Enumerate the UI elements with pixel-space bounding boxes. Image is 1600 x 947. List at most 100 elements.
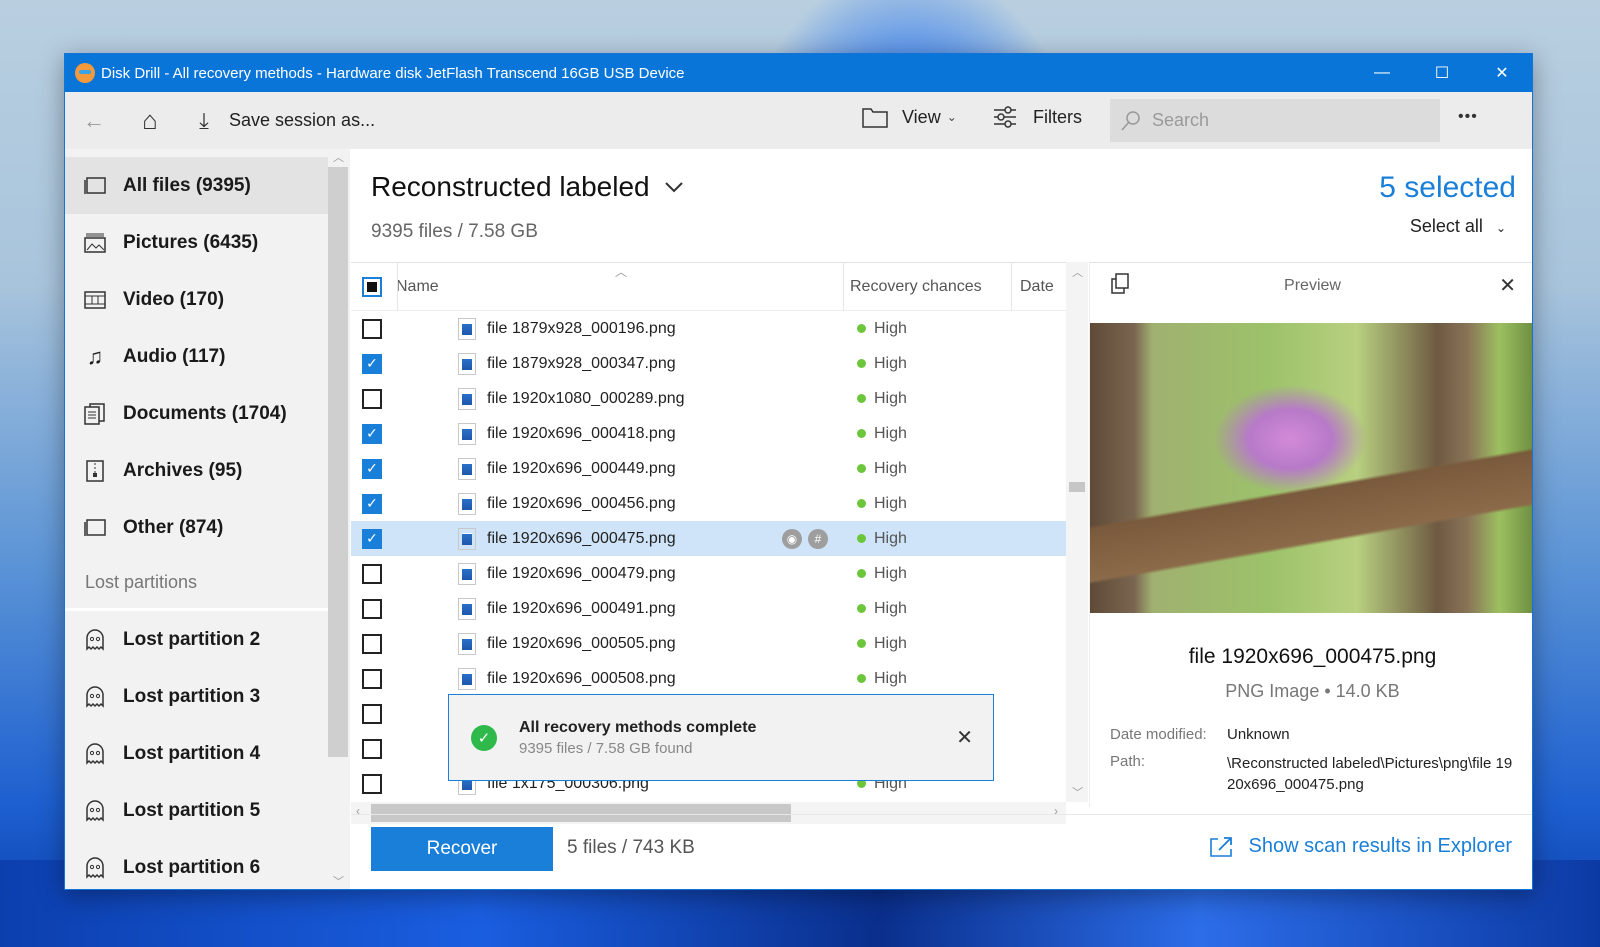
documents-icon bbox=[83, 402, 107, 426]
select-all-label: Select all bbox=[1409, 216, 1483, 236]
row-checkbox[interactable] bbox=[362, 703, 382, 724]
table-row[interactable]: file 1920x1080_000289.png High bbox=[351, 381, 1066, 416]
scroll-down-icon[interactable]: ﹀ bbox=[333, 873, 344, 889]
file-name: file 1920x696_000505.png bbox=[487, 634, 676, 652]
save-session-button[interactable]: Save session as... bbox=[229, 110, 375, 131]
image-file-icon bbox=[458, 632, 476, 655]
table-vertical-scrollbar[interactable]: ︿ ﹀ bbox=[1066, 262, 1088, 802]
sidebar-scrollbar[interactable]: ︿ ﹀ bbox=[328, 149, 350, 889]
file-name: file 1920x696_000491.png bbox=[487, 599, 676, 617]
row-checkbox[interactable]: ✓ bbox=[362, 353, 382, 374]
view-button[interactable]: View ⌄ bbox=[862, 106, 957, 128]
path-value: \Reconstructed labeled\Pictures\png\file… bbox=[1227, 755, 1513, 793]
recovery-chance: High bbox=[857, 600, 907, 618]
toast-subtitle: 9395 files / 7.58 GB found bbox=[519, 739, 693, 757]
file-name: file 1920x696_000456.png bbox=[487, 494, 676, 512]
table-scroll-thumb[interactable] bbox=[1069, 482, 1085, 492]
sidebar-item-lost-partition-4[interactable]: Lost partition 4 bbox=[65, 725, 350, 782]
table-row[interactable]: file 1920x696_000479.png High bbox=[351, 556, 1066, 591]
column-header-recovery-chances[interactable]: Recovery chances bbox=[850, 278, 982, 296]
scroll-down-icon[interactable]: ﹀ bbox=[1072, 784, 1083, 800]
minimize-button[interactable]: — bbox=[1352, 54, 1412, 92]
date-modified-label: Date modified: bbox=[1110, 726, 1207, 743]
status-dot-icon bbox=[857, 639, 866, 648]
filters-button[interactable]: Filters bbox=[993, 106, 1082, 128]
sidebar-item-archives[interactable]: Archives (95) bbox=[65, 442, 350, 499]
search-input[interactable]: Search bbox=[1110, 99, 1440, 142]
other-files-icon bbox=[83, 516, 107, 540]
save-session-icon[interactable]: ⤓ bbox=[189, 106, 219, 136]
table-row[interactable]: file 1920x696_000508.png High bbox=[351, 661, 1066, 696]
row-checkbox[interactable] bbox=[362, 773, 382, 794]
row-checkbox[interactable]: ✓ bbox=[362, 528, 382, 549]
table-row[interactable]: file 1920x696_000505.png High bbox=[351, 626, 1066, 661]
sidebar-item-video[interactable]: Video (170) bbox=[65, 271, 350, 328]
recover-button[interactable]: Recover bbox=[371, 827, 553, 871]
row-checkbox[interactable] bbox=[362, 563, 382, 584]
row-checkbox[interactable] bbox=[362, 668, 382, 689]
column-header-date[interactable]: Date bbox=[1020, 278, 1054, 296]
row-checkbox[interactable] bbox=[362, 598, 382, 619]
sidebar-item-pictures[interactable]: Pictures (6435) bbox=[65, 214, 350, 271]
row-checkbox[interactable] bbox=[362, 738, 382, 759]
table-row[interactable]: ✓ file 1920x696_000475.png ◉ # High bbox=[351, 521, 1066, 556]
status-dot-icon bbox=[857, 324, 866, 333]
sidebar-item-lost-partition-6[interactable]: Lost partition 6 bbox=[65, 839, 350, 889]
select-all-checkbox[interactable] bbox=[362, 276, 382, 297]
main-panel: Reconstructed labeled 9395 files / 7.58 … bbox=[351, 149, 1532, 889]
row-checkbox[interactable] bbox=[362, 388, 382, 409]
show-in-explorer-link[interactable]: Show scan results in Explorer bbox=[1209, 835, 1512, 858]
sidebar-item-lost-partition-3[interactable]: Lost partition 3 bbox=[65, 668, 350, 725]
chevron-down-icon: ⌄ bbox=[946, 110, 957, 124]
hash-icon[interactable]: # bbox=[808, 528, 828, 549]
row-checkbox[interactable] bbox=[362, 633, 382, 654]
row-checkbox[interactable]: ✓ bbox=[362, 493, 382, 514]
window-title: Disk Drill - All recovery methods - Hard… bbox=[101, 64, 685, 82]
sidebar-item-audio[interactable]: ♫ Audio (117) bbox=[65, 328, 350, 385]
view-label: View bbox=[902, 106, 941, 127]
sidebar-item-all-files[interactable]: All files (9395) bbox=[65, 157, 350, 214]
video-icon bbox=[83, 288, 107, 312]
more-options-button[interactable]: ••• bbox=[1458, 108, 1478, 126]
sidebar-item-lost-partition-5[interactable]: Lost partition 5 bbox=[65, 782, 350, 839]
close-window-button[interactable]: ✕ bbox=[1472, 54, 1532, 92]
home-icon[interactable]: ⌂ bbox=[135, 105, 165, 136]
lost-partitions-header: Lost partitions bbox=[65, 556, 350, 611]
image-file-icon bbox=[458, 387, 476, 410]
selected-count: 5 selected bbox=[1379, 171, 1516, 204]
sidebar-item-label: Lost partition 4 bbox=[123, 742, 261, 764]
row-checkbox[interactable]: ✓ bbox=[362, 423, 382, 444]
row-checkbox[interactable]: ✓ bbox=[362, 458, 382, 479]
back-arrow-icon[interactable]: ← bbox=[79, 106, 109, 136]
success-check-icon: ✓ bbox=[471, 724, 497, 751]
preview-close-button[interactable]: ✕ bbox=[1499, 273, 1516, 298]
scroll-up-icon[interactable]: ︿ bbox=[333, 149, 344, 165]
table-row[interactable]: ✓ file 1920x696_000449.png High bbox=[351, 451, 1066, 486]
table-row[interactable]: ✓ file 1920x696_000456.png High bbox=[351, 486, 1066, 521]
sidebar-item-lost-partition-2[interactable]: Lost partition 2 bbox=[65, 611, 350, 668]
scroll-up-icon[interactable]: ︿ bbox=[1072, 264, 1083, 280]
sidebar-item-label: All files (9395) bbox=[123, 174, 251, 196]
preview-eye-icon[interactable]: ◉ bbox=[782, 528, 802, 549]
select-all-dropdown[interactable]: Select all ⌄ bbox=[1410, 216, 1506, 237]
status-dot-icon bbox=[857, 674, 866, 683]
table-row[interactable]: ✓ file 1920x696_000418.png High bbox=[351, 416, 1066, 451]
recovery-chance: High bbox=[857, 425, 907, 443]
image-file-icon bbox=[458, 597, 476, 620]
table-row[interactable]: file 1920x696_000491.png High bbox=[351, 591, 1066, 626]
date-modified-value: Unknown bbox=[1227, 726, 1290, 743]
sidebar-item-other[interactable]: Other (874) bbox=[65, 499, 350, 556]
toast-close-button[interactable]: ✕ bbox=[956, 725, 973, 750]
row-checkbox[interactable] bbox=[362, 318, 382, 339]
table-row[interactable]: ✓ file 1879x928_000347.png High bbox=[351, 346, 1066, 381]
column-header-name[interactable]: Name bbox=[396, 278, 439, 296]
sidebar-item-documents[interactable]: Documents (1704) bbox=[65, 385, 350, 442]
sidebar-scroll-thumb[interactable] bbox=[328, 167, 348, 757]
table-row[interactable]: file 1879x928_000196.png High bbox=[351, 311, 1066, 346]
footer-bar: Recover 5 files / 743 KB Show scan resul… bbox=[351, 814, 1532, 889]
maximize-button[interactable]: ☐ bbox=[1412, 54, 1472, 92]
recovery-chance: High bbox=[857, 355, 907, 373]
folder-dropdown[interactable]: Reconstructed labeled bbox=[371, 171, 684, 203]
date-modified-row: Date modified: Unknown bbox=[1110, 726, 1517, 743]
path-label: Path: bbox=[1110, 753, 1146, 770]
